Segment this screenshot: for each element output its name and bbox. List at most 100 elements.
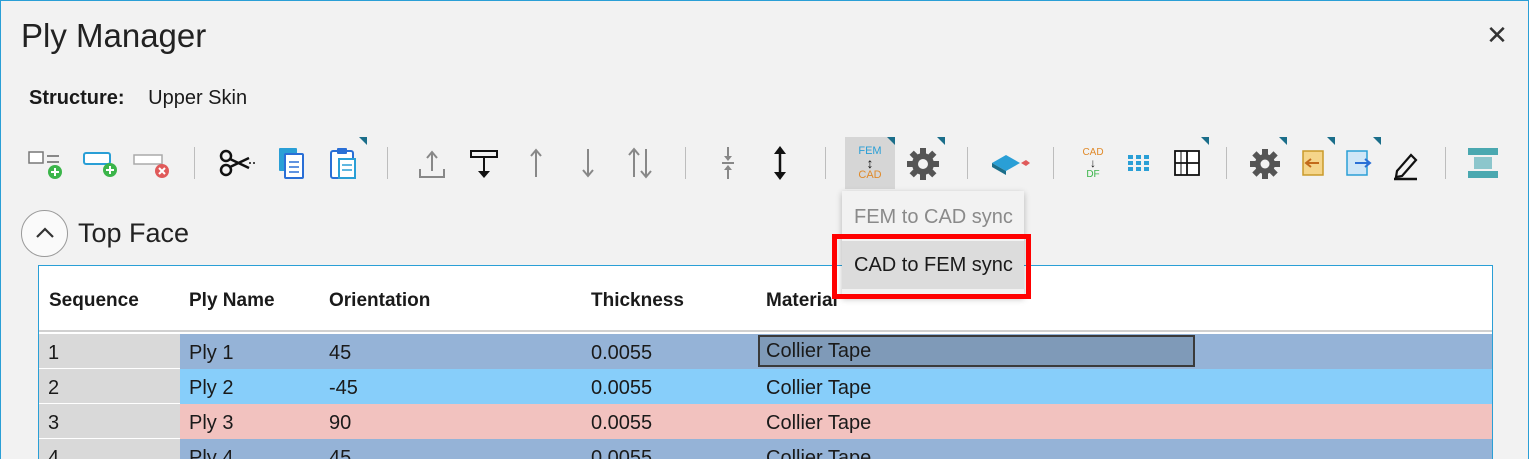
- move-top-icon: [419, 150, 445, 178]
- material-cell[interactable]: Collier Tape: [766, 439, 871, 459]
- expand-rows-button[interactable]: [758, 137, 802, 189]
- orientation-cell[interactable]: 45: [329, 334, 351, 369]
- orientation-cell[interactable]: 45: [329, 439, 351, 459]
- options-button[interactable]: [1243, 137, 1287, 189]
- column-header-material[interactable]: Material: [766, 290, 838, 312]
- sequence-cell[interactable]: 1: [39, 334, 180, 369]
- dropdown-corner-icon: [1373, 137, 1381, 145]
- sync-arrow-text: ↕: [866, 155, 874, 171]
- toolbar-separator: [194, 147, 195, 179]
- grid-dots-icon: [1128, 155, 1149, 171]
- window-title: Ply Manager: [21, 17, 207, 54]
- close-button[interactable]: ✕: [1483, 21, 1511, 49]
- column-header-ply-name[interactable]: Ply Name: [189, 290, 275, 312]
- scissors-icon: [219, 149, 255, 177]
- delete-ply-button[interactable]: [129, 137, 173, 189]
- toolbar-separator: [387, 147, 388, 179]
- copy-button[interactable]: [269, 137, 313, 189]
- move-down-button[interactable]: [566, 137, 610, 189]
- insert-below-button[interactable]: [462, 137, 506, 189]
- toolbar-separator: [1053, 147, 1054, 179]
- dropdown-corner-icon: [1327, 137, 1335, 145]
- insert-ply-button[interactable]: [77, 137, 121, 189]
- sequence-cell[interactable]: 3: [39, 404, 180, 439]
- paste-button[interactable]: [323, 137, 367, 189]
- chevron-up-icon: [35, 227, 54, 238]
- thickness-cell[interactable]: 0.0055: [591, 369, 652, 404]
- dropdown-corner-icon: [1201, 137, 1209, 145]
- arrow-up-icon: [530, 148, 542, 177]
- top-face-section-header: Top Face: [21, 209, 189, 257]
- table-row[interactable]: 1 Ply 1 45 0.0055 Collier Tape: [39, 334, 1492, 369]
- material-cell[interactable]: Collier Tape: [766, 404, 871, 439]
- stack-view-button[interactable]: [1461, 137, 1505, 189]
- toolbar-separator: [685, 147, 686, 179]
- dropdown-corner-icon: [937, 137, 945, 145]
- thickness-cell[interactable]: 0.0055: [591, 439, 652, 459]
- sync-settings-button[interactable]: [901, 137, 945, 189]
- dropdown-corner-icon: [887, 137, 895, 145]
- swap-arrows-icon: [628, 147, 652, 179]
- sequence-cell[interactable]: 2: [39, 369, 180, 404]
- toolbar-separator: [1226, 147, 1227, 179]
- toolbar-separator: [1445, 147, 1446, 179]
- column-header-thickness[interactable]: Thickness: [591, 290, 684, 312]
- orientation-cell[interactable]: 90: [329, 404, 351, 439]
- collapse-section-button[interactable]: [21, 209, 68, 257]
- ply-name-cell[interactable]: Ply 1: [189, 334, 233, 369]
- structure-value: Upper Skin: [148, 87, 248, 109]
- sequence-cell[interactable]: 4: [39, 439, 180, 459]
- swap-order-button[interactable]: [618, 137, 662, 189]
- column-header-orientation[interactable]: Orientation: [329, 290, 430, 312]
- clipboard-icon: [330, 148, 356, 179]
- move-up-button[interactable]: [514, 137, 558, 189]
- table-row[interactable]: 2 Ply 2 -45 0.0055 Collier Tape: [39, 369, 1492, 404]
- insert-below-icon: [470, 150, 498, 178]
- fem-cad-icon: FEM ↕ CAD: [858, 145, 881, 181]
- move-to-top-button[interactable]: [410, 137, 454, 189]
- import-button[interactable]: [1291, 137, 1335, 189]
- table-header: Sequence Ply Name Orientation Thickness …: [39, 266, 1492, 332]
- add-ply-button[interactable]: [23, 137, 67, 189]
- expand-arrows-icon: [774, 146, 786, 180]
- cad-df-arrow-text: ↓: [1090, 155, 1096, 170]
- dropdown-corner-icon: [1279, 137, 1287, 145]
- ply-manager-window: Ply Manager ✕ Structure: Upper Skin FEM …: [0, 0, 1529, 459]
- sync-dropdown-menu: FEM to CAD sync CAD to FEM sync: [842, 191, 1024, 297]
- layer-view-button[interactable]: [988, 137, 1032, 189]
- table-row[interactable]: 4 Ply 4 45 0.0055 Collier Tape: [39, 439, 1492, 459]
- table-row[interactable]: 3 Ply 3 90 0.0055 Collier Tape: [39, 404, 1492, 439]
- export-icon: [1346, 150, 1372, 176]
- material-cell[interactable]: Collier Tape: [766, 369, 871, 404]
- ply-name-cell[interactable]: Ply 4: [189, 439, 233, 459]
- material-cell-editor[interactable]: Collier Tape: [758, 335, 1195, 367]
- collapse-rows-button[interactable]: [706, 137, 750, 189]
- structure-label: Structure:: [29, 87, 125, 109]
- column-header-sequence[interactable]: Sequence: [49, 290, 139, 312]
- menu-item-fem-to-cad-sync[interactable]: FEM to CAD sync: [842, 193, 1024, 241]
- layer-diamond-icon: [992, 155, 1030, 175]
- ply-name-cell[interactable]: Ply 2: [189, 369, 233, 404]
- cut-button[interactable]: [215, 137, 259, 189]
- fem-cad-sync-button[interactable]: FEM ↕ CAD: [845, 137, 895, 189]
- ply-table: Sequence Ply Name Orientation Thickness …: [38, 265, 1493, 459]
- gear-icon: [907, 148, 939, 180]
- dropdown-corner-icon: [359, 137, 367, 145]
- pencil-icon: [1394, 153, 1418, 181]
- menu-item-cad-to-fem-sync[interactable]: CAD to FEM sync: [842, 241, 1024, 289]
- arrow-down-icon: [582, 149, 594, 178]
- grid-view-button[interactable]: [1117, 137, 1161, 189]
- export-button[interactable]: [1337, 137, 1381, 189]
- toolbar-separator: [967, 147, 968, 179]
- edit-button[interactable]: [1383, 137, 1427, 189]
- table-layout-button[interactable]: [1165, 137, 1209, 189]
- copy-icon: [279, 148, 304, 179]
- cad-to-df-button[interactable]: CAD ↓ DF: [1071, 137, 1115, 189]
- structure-row: Structure: Upper Skin: [29, 87, 247, 110]
- orientation-cell[interactable]: -45: [329, 369, 358, 404]
- table-grid-icon: [1174, 150, 1200, 176]
- section-title: Top Face: [78, 217, 190, 248]
- thickness-cell[interactable]: 0.0055: [591, 404, 652, 439]
- ply-name-cell[interactable]: Ply 3: [189, 404, 233, 439]
- thickness-cell[interactable]: 0.0055: [591, 334, 652, 369]
